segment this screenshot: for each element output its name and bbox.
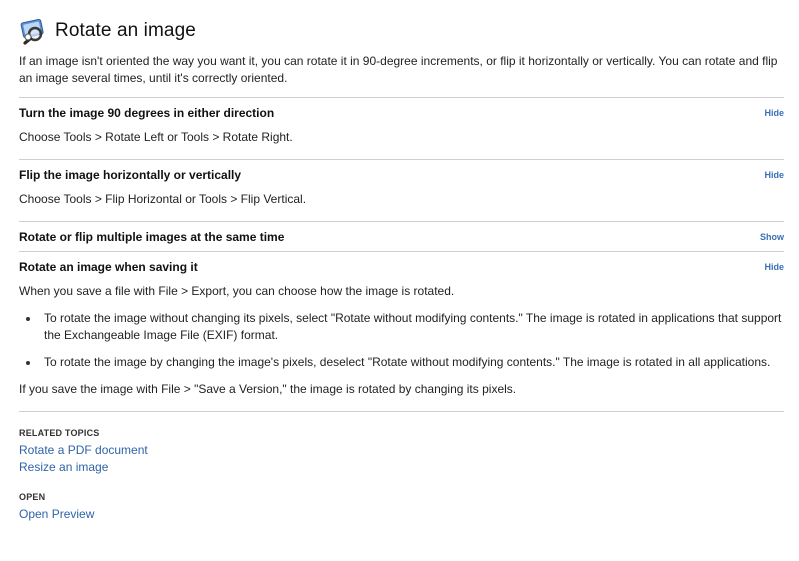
section-header[interactable]: Turn the image 90 degrees in either dire…	[19, 98, 784, 127]
section-title: Flip the image horizontally or verticall…	[19, 167, 242, 182]
section-body: Choose Tools > Rotate Left or Tools > Ro…	[19, 127, 784, 159]
page-title: Rotate an image	[55, 20, 196, 41]
hide-toggle[interactable]: Hide	[764, 108, 784, 118]
section-text: Choose Tools > Rotate Left or Tools > Ro…	[19, 130, 293, 144]
show-toggle[interactable]: Show	[760, 232, 784, 242]
list-item: To rotate the image by changing the imag…	[19, 354, 784, 371]
help-page: Rotate an image If an image isn't orient…	[0, 0, 799, 561]
section-flip: Flip the image horizontally or verticall…	[19, 159, 784, 221]
intro-paragraph: If an image isn't oriented the way you w…	[19, 54, 778, 85]
section-header[interactable]: Flip the image horizontally or verticall…	[19, 160, 784, 189]
list-item-text: To rotate the image by changing the imag…	[44, 355, 771, 369]
section-multiple-images: Rotate or flip multiple images at the sa…	[19, 221, 784, 251]
list-item-text: To rotate the image without changing its…	[44, 311, 782, 342]
hide-toggle[interactable]: Hide	[764, 170, 784, 180]
list-item: To rotate the image without changing its…	[19, 310, 784, 344]
title-row: Rotate an image	[19, 14, 783, 48]
section-text: Choose Tools > Flip Horizontal or Tools …	[19, 192, 307, 206]
link-rotate-pdf[interactable]: Rotate a PDF document	[19, 442, 783, 459]
open-label: OPEN	[19, 492, 46, 502]
hide-toggle[interactable]: Hide	[764, 262, 784, 272]
section-body: When you save a file with File > Export,…	[19, 281, 784, 411]
preview-app-icon	[19, 17, 47, 45]
bullet-list: To rotate the image without changing its…	[19, 310, 784, 371]
section-text: When you save a file with File > Export,…	[19, 284, 455, 298]
related-topics-label: RELATED TOPICS	[19, 428, 100, 438]
bullet-icon	[26, 317, 30, 321]
bullet-icon	[26, 361, 30, 365]
section-turn-90: Turn the image 90 degrees in either dire…	[19, 97, 784, 159]
section-title: Rotate or flip multiple images at the sa…	[19, 229, 285, 244]
link-open-preview[interactable]: Open Preview	[19, 506, 783, 523]
section-title: Rotate an image when saving it	[19, 259, 198, 274]
link-resize-image[interactable]: Resize an image	[19, 459, 783, 476]
section-saving: Rotate an image when saving it Hide When…	[19, 251, 784, 411]
section-header[interactable]: Rotate an image when saving it Hide	[19, 252, 784, 281]
section-body: Choose Tools > Flip Horizontal or Tools …	[19, 189, 784, 221]
divider	[19, 411, 784, 412]
section-footnote: If you save the image with File > "Save …	[19, 382, 517, 396]
section-title: Turn the image 90 degrees in either dire…	[19, 105, 275, 120]
section-header[interactable]: Rotate or flip multiple images at the sa…	[19, 222, 784, 251]
